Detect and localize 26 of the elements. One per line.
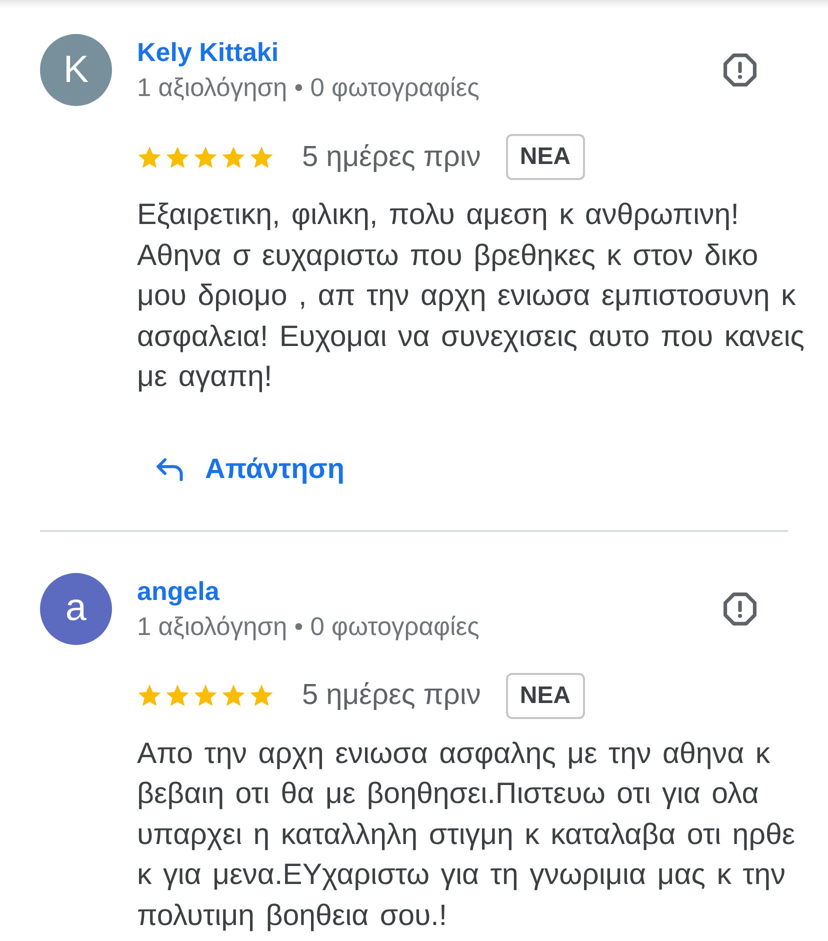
star-icon — [249, 683, 274, 708]
review-text: Εξαιρετικη, φιλικη, πολυ αμεση κ ανθρωπινη! Αθηνα σ ευχαριστω που βρεθηκες κ στον δικο μου δριομο , απ την αρχη ενιωσα εμπιστοσυνη κ ασφαλεια! Ευχομαι να συνεχισεις αυτο που κανεις με αγαπη! — [137, 197, 806, 395]
reply-icon — [155, 456, 185, 481]
star-icon — [221, 144, 246, 170]
star-icon — [165, 683, 190, 708]
reviewer-stats: 1 αξιολόγηση • 0 φωτογραφίες — [137, 73, 480, 104]
reply-button[interactable]: Απάντηση — [137, 444, 363, 494]
reviewer-name[interactable]: angela — [137, 572, 220, 608]
star-icon — [193, 144, 218, 170]
star-icon — [249, 144, 274, 170]
star-icon — [137, 144, 162, 170]
alert-octagon-icon[interactable] — [722, 590, 758, 626]
avatar[interactable]: a — [40, 572, 112, 644]
avatar[interactable]: K — [40, 34, 112, 106]
star-icon — [165, 144, 190, 170]
reviewer-stats: 1 αξιολόγηση • 0 φωτογραφίες — [137, 612, 480, 642]
new-badge: ΝΕΑ — [506, 672, 585, 718]
star-icon — [137, 683, 162, 708]
review-date: 5 ημέρες πριν — [302, 140, 481, 174]
review-text: Απο την αρχη ενιωσα ασφαλης με την αθηνα κ βεβαιη οτι θα με βοηθησει.Πιστευω οτι για ολα υπαρχει η καταλληλη στιγμη κ καταλαβα οτι ηρθε κ για μενα.ΕΥχαριστω για τη γνωριμια μας κ την πολυτιμη βοηθεια σου.! — [137, 736, 796, 934]
star-icon — [221, 683, 246, 708]
new-badge: ΝΕΑ — [506, 134, 585, 180]
reviewer-name[interactable]: Kely Kittaki — [137, 34, 279, 70]
alert-octagon-icon[interactable] — [722, 52, 758, 88]
star-icon — [193, 683, 218, 708]
review-date: 5 ημέρες πριν — [302, 679, 481, 712]
